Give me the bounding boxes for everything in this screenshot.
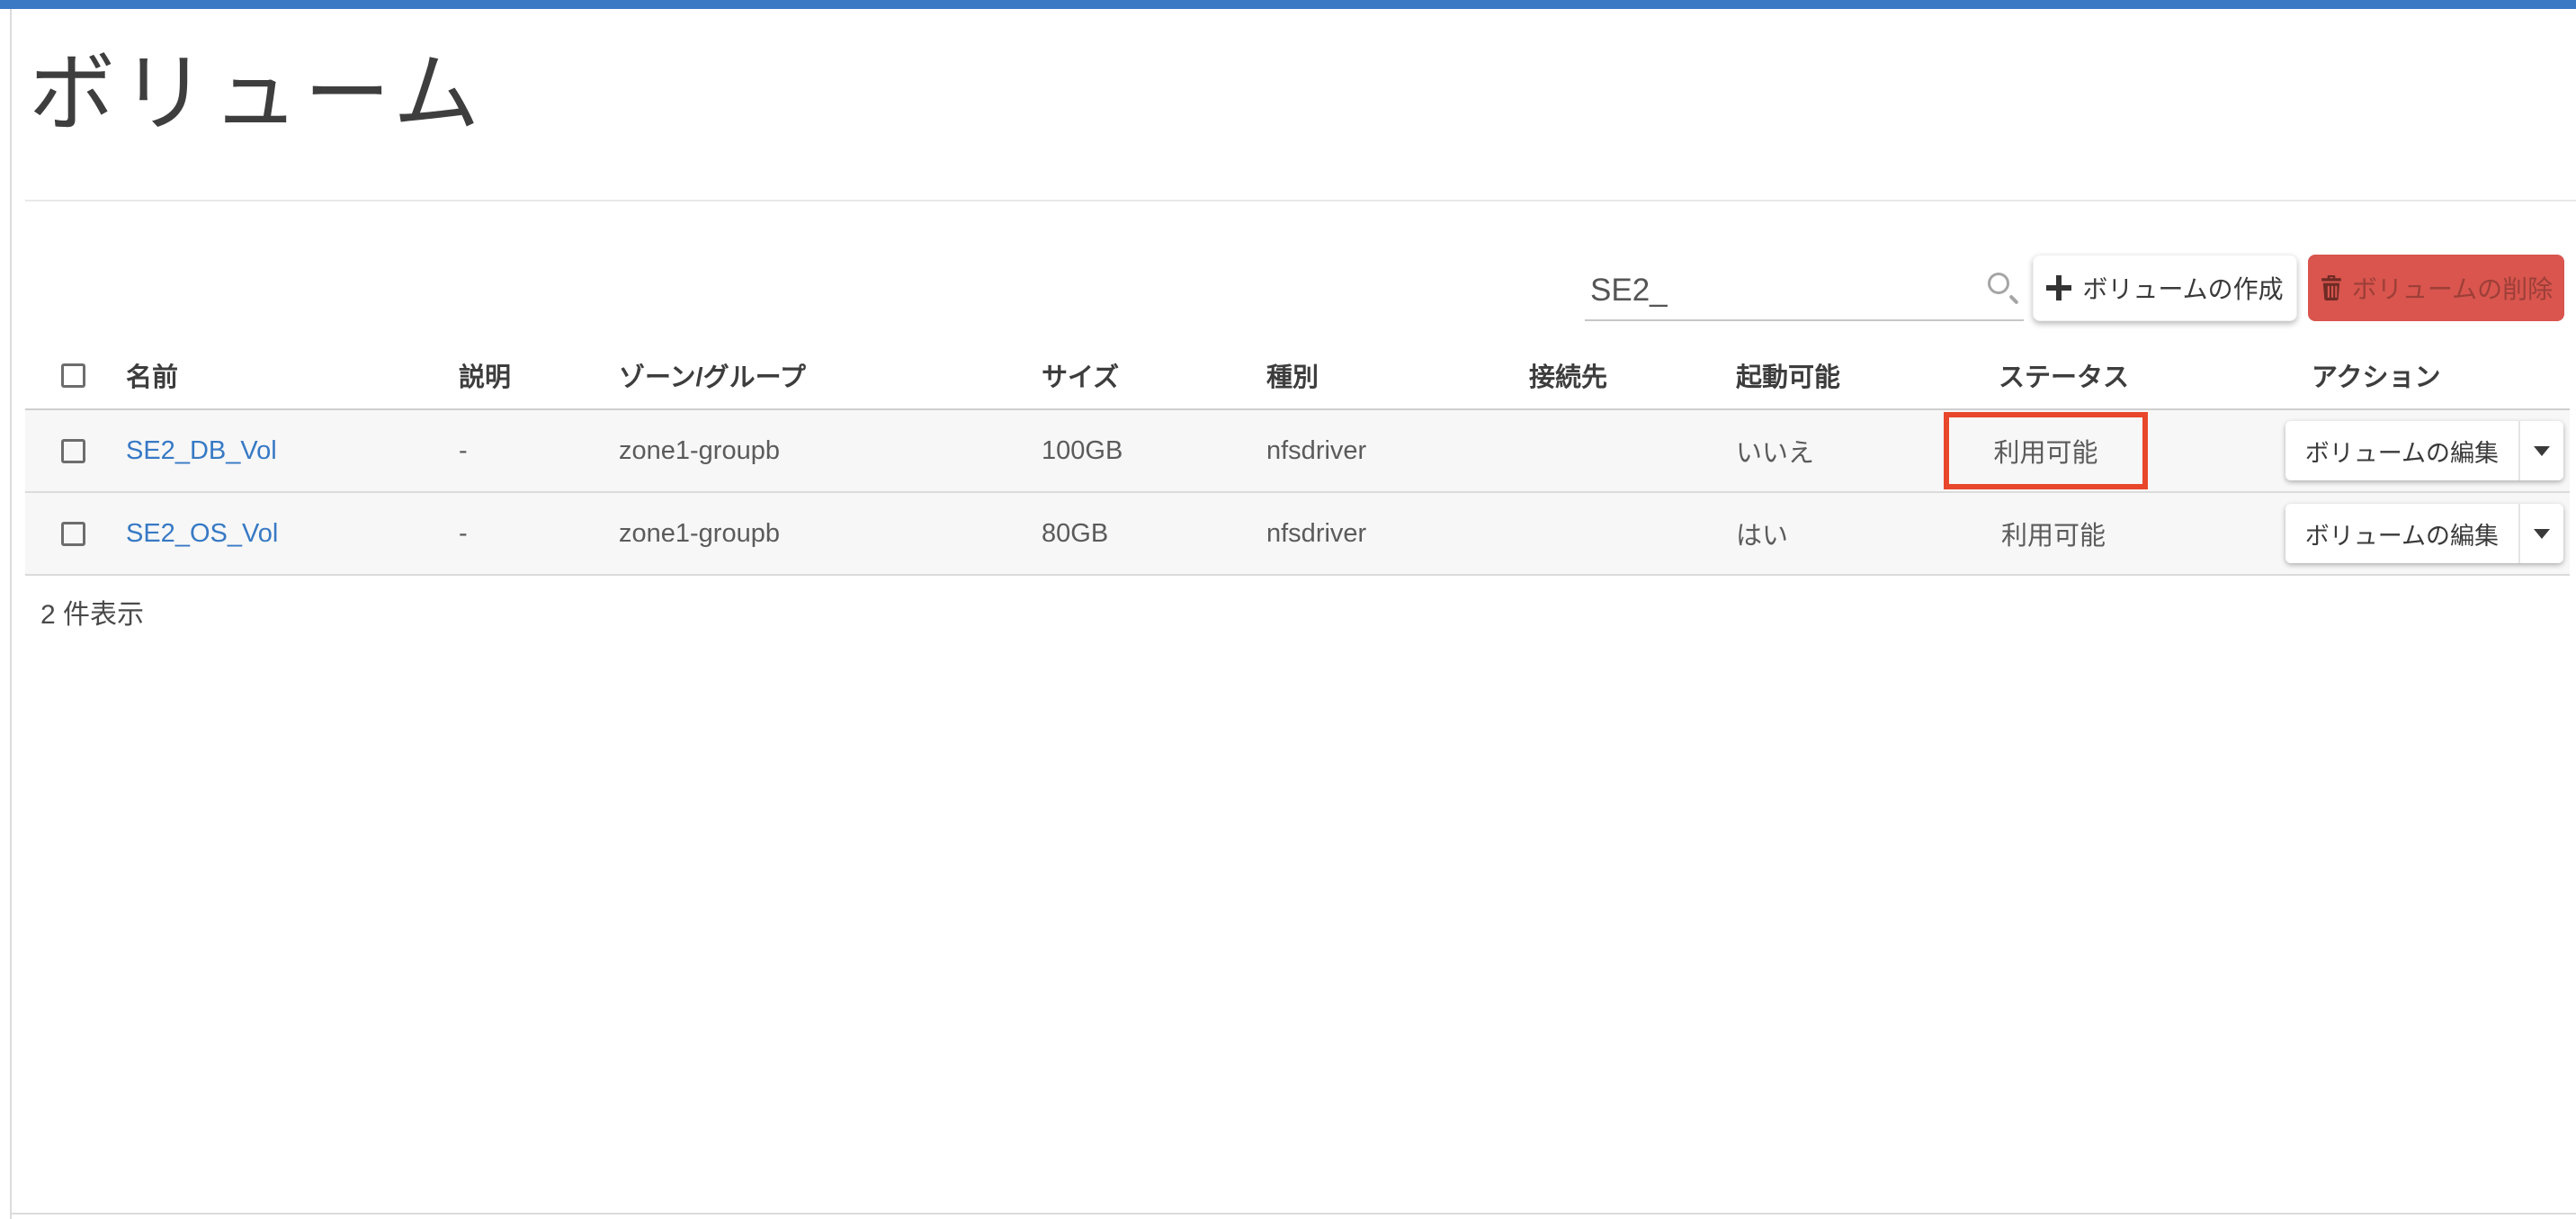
table-summary: 2 件表示 xyxy=(40,592,144,632)
create-volume-button-label: ボリュームの作成 xyxy=(2082,270,2283,306)
search-field[interactable] xyxy=(1585,258,2024,321)
table-header-row: 名前 説明 ゾーン/グループ サイズ 種別 接続先 起動可能 ステータス アクシ… xyxy=(25,342,2570,410)
column-header-size: サイズ xyxy=(1042,356,1266,394)
select-all-checkbox[interactable] xyxy=(61,363,85,388)
actions-dropdown-toggle[interactable] xyxy=(2518,504,2563,563)
bottom-panel-divider xyxy=(10,1213,2576,1215)
volume-name-link[interactable]: SE2_OS_Vol xyxy=(126,519,278,548)
column-header-description: 説明 xyxy=(459,356,619,394)
volume-description: - xyxy=(459,519,619,549)
search-input[interactable] xyxy=(1588,269,1957,312)
edit-volume-button-label: ボリュームの編集 xyxy=(2285,504,2518,563)
column-header-zone: ゾーン/グループ xyxy=(619,356,1042,394)
table-row: SE2_OS_Vol - zone1-groupb 80GB nfsdriver… xyxy=(25,493,2570,576)
delete-volume-button[interactable]: ボリュームの削除 xyxy=(2308,255,2564,321)
search-icon[interactable] xyxy=(1988,273,2009,294)
volume-bootable: はい xyxy=(1736,515,1999,552)
column-header-name: 名前 xyxy=(126,356,459,394)
volume-size: 100GB xyxy=(1042,436,1266,466)
row-checkbox[interactable] xyxy=(61,439,85,463)
volume-status: 利用可能 xyxy=(1993,432,2097,470)
title-divider xyxy=(25,200,2576,202)
create-volume-button[interactable]: ボリュームの作成 xyxy=(2033,255,2297,321)
plus-icon xyxy=(2046,275,2071,300)
edit-volume-button[interactable]: ボリュームの編集 xyxy=(2285,504,2563,563)
table-row: SE2_DB_Vol - zone1-groupb 100GB nfsdrive… xyxy=(25,410,2570,493)
trash-icon xyxy=(2320,275,2343,300)
column-header-type: 種別 xyxy=(1266,356,1529,394)
column-header-bootable: 起動可能 xyxy=(1736,356,1999,394)
left-panel-divider xyxy=(10,9,12,1219)
column-header-actions: アクション xyxy=(2259,356,2570,394)
volume-status: 利用可能 xyxy=(1999,515,2259,552)
edit-volume-button-label: ボリュームの編集 xyxy=(2285,421,2518,480)
caret-down-icon xyxy=(2534,446,2550,456)
actions-dropdown-toggle[interactable] xyxy=(2518,421,2563,480)
volumes-table: 名前 説明 ゾーン/グループ サイズ 種別 接続先 起動可能 ステータス アクシ… xyxy=(25,342,2570,576)
volume-description: - xyxy=(459,436,619,466)
page-title: ボリューム xyxy=(29,23,485,148)
column-header-status: ステータス xyxy=(1999,356,2259,394)
edit-volume-button[interactable]: ボリュームの編集 xyxy=(2285,421,2563,480)
volume-zone: zone1-groupb xyxy=(619,519,1042,549)
status-highlight-box: 利用可能 xyxy=(1944,412,2148,489)
column-header-attached-to: 接続先 xyxy=(1529,356,1736,394)
volume-name-link[interactable]: SE2_DB_Vol xyxy=(126,436,277,465)
volume-zone: zone1-groupb xyxy=(619,436,1042,466)
volume-type: nfsdriver xyxy=(1266,519,1529,549)
volume-size: 80GB xyxy=(1042,519,1266,549)
row-checkbox[interactable] xyxy=(61,522,85,546)
caret-down-icon xyxy=(2534,529,2550,539)
volume-type: nfsdriver xyxy=(1266,436,1529,466)
delete-volume-button-label: ボリュームの削除 xyxy=(2352,270,2553,306)
top-accent-bar xyxy=(0,0,2576,9)
